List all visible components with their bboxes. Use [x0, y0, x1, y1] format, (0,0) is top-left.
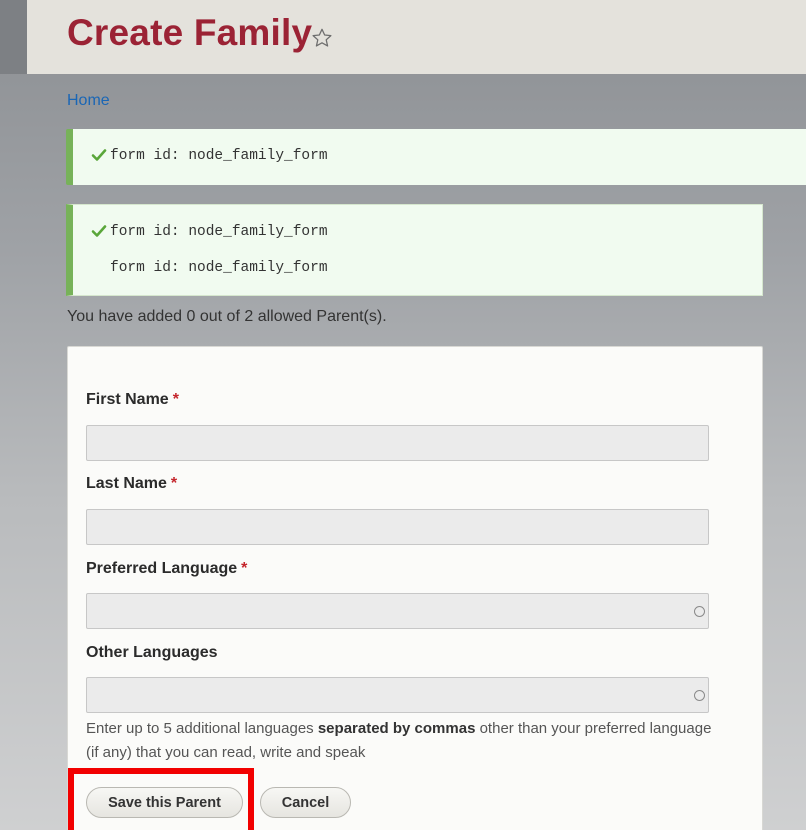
preferred-language-label: Preferred Language * [86, 560, 248, 577]
status-message: form id: node_family_form form id: node_… [66, 204, 763, 296]
first-name-label: First Name * [86, 391, 179, 408]
check-icon [91, 149, 107, 161]
check-icon [91, 225, 107, 237]
required-marker: * [241, 560, 248, 577]
preferred-language-input[interactable] [86, 593, 709, 629]
last-name-label: Last Name * [86, 475, 178, 492]
breadcrumb-home-link[interactable]: Home [67, 92, 110, 110]
star-outline-icon[interactable] [311, 27, 333, 49]
required-marker: * [172, 391, 179, 408]
other-languages-help: Enter up to 5 additional languages separ… [86, 720, 712, 761]
parent-count-notice: You have added 0 out of 2 allowed Parent… [67, 308, 387, 325]
left-edge-strip [0, 0, 27, 74]
first-name-input[interactable] [86, 425, 709, 461]
last-name-input[interactable] [86, 509, 709, 545]
save-parent-button[interactable]: Save this Parent [86, 787, 243, 818]
status-message: form id: node_family_form [66, 129, 806, 185]
autocomplete-icon [694, 606, 705, 617]
page-header: Create Family [27, 0, 806, 74]
status-message-text: form id: node_family_form [110, 224, 328, 240]
autocomplete-icon [694, 690, 705, 701]
status-message-text: form id: node_family_form [110, 260, 328, 276]
page-title: Create Family [67, 12, 313, 53]
cancel-button[interactable]: Cancel [260, 787, 351, 818]
other-languages-input[interactable] [86, 677, 709, 713]
required-marker: * [170, 475, 178, 492]
status-message-text: form id: node_family_form [110, 148, 328, 164]
other-languages-label: Other Languages [86, 644, 218, 661]
